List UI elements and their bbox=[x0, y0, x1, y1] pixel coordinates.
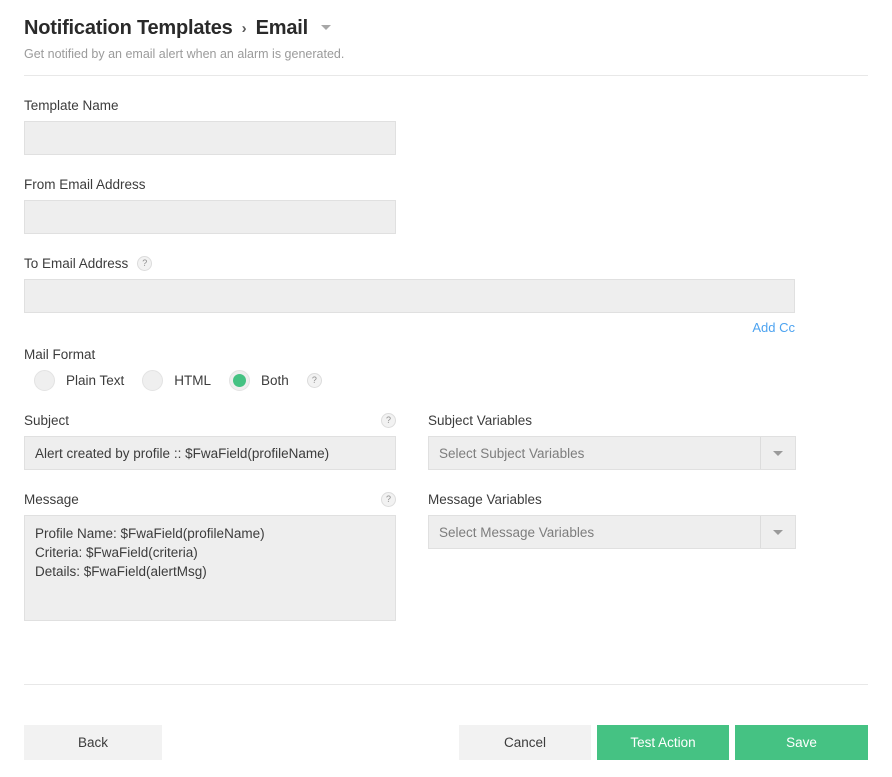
template-name-input[interactable] bbox=[24, 121, 396, 155]
radio-html-dot[interactable] bbox=[142, 370, 163, 391]
field-message: Message ? bbox=[24, 492, 396, 621]
template-name-label: Template Name bbox=[24, 98, 868, 113]
subject-variables-label-text: Subject Variables bbox=[428, 413, 532, 428]
breadcrumb-separator-icon: › bbox=[242, 21, 247, 36]
template-name-label-text: Template Name bbox=[24, 98, 119, 113]
to-email-input[interactable] bbox=[24, 279, 795, 313]
mail-format-radio-group: Plain Text HTML Both ? bbox=[24, 370, 868, 391]
message-variables-select[interactable]: Select Message Variables bbox=[428, 515, 796, 549]
message-variables-label: Message Variables bbox=[428, 492, 796, 507]
message-variables-selected-value: Select Message Variables bbox=[429, 525, 760, 540]
form-body: Template Name From Email Address To Emai… bbox=[0, 98, 892, 621]
subject-row: Subject ? Subject Variables Select Subje… bbox=[24, 413, 868, 470]
message-variables-label-text: Message Variables bbox=[428, 492, 542, 507]
test-action-button[interactable]: Test Action bbox=[597, 725, 729, 760]
breadcrumb-root-link[interactable]: Notification Templates bbox=[24, 18, 233, 38]
radio-both[interactable]: Both bbox=[229, 370, 289, 391]
field-subject: Subject ? bbox=[24, 413, 396, 470]
mail-format-label: Mail Format bbox=[24, 347, 868, 362]
from-email-input[interactable] bbox=[24, 200, 396, 234]
footer-actions: Back Cancel Test Action Save bbox=[0, 725, 892, 760]
subject-variables-label: Subject Variables bbox=[428, 413, 796, 428]
message-row: Message ? Message Variables Select Messa… bbox=[24, 492, 868, 621]
radio-html-label: HTML bbox=[174, 373, 211, 388]
page-header: Notification Templates › Email Get notif… bbox=[0, 0, 892, 61]
radio-html[interactable]: HTML bbox=[142, 370, 211, 391]
back-button[interactable]: Back bbox=[24, 725, 162, 760]
chevron-down-icon-message-variables[interactable] bbox=[760, 516, 795, 548]
radio-both-dot[interactable] bbox=[229, 370, 250, 391]
from-email-label-text: From Email Address bbox=[24, 177, 146, 192]
help-icon-to-email[interactable]: ? bbox=[137, 256, 152, 271]
field-message-variables: Message Variables Select Message Variabl… bbox=[428, 492, 796, 621]
footer-right-actions: Cancel Test Action Save bbox=[459, 725, 868, 760]
help-icon-subject[interactable]: ? bbox=[381, 413, 396, 428]
radio-plain-text-dot[interactable] bbox=[34, 370, 55, 391]
message-textarea[interactable] bbox=[24, 515, 396, 621]
field-subject-variables: Subject Variables Select Subject Variabl… bbox=[428, 413, 796, 470]
header-divider bbox=[24, 75, 868, 76]
field-from-email: From Email Address bbox=[24, 177, 868, 234]
message-label-text: Message bbox=[24, 492, 79, 507]
radio-both-label: Both bbox=[261, 373, 289, 388]
help-icon-mail-format[interactable]: ? bbox=[307, 373, 322, 388]
field-template-name: Template Name bbox=[24, 98, 868, 155]
save-button[interactable]: Save bbox=[735, 725, 868, 760]
subject-label: Subject ? bbox=[24, 413, 396, 428]
footer-divider bbox=[24, 684, 868, 685]
breadcrumb-current-item: Email bbox=[256, 18, 308, 38]
to-email-label: To Email Address ? bbox=[24, 256, 868, 271]
subject-label-text: Subject bbox=[24, 413, 69, 428]
message-label: Message ? bbox=[24, 492, 396, 507]
add-cc-row: Add Cc bbox=[24, 319, 795, 337]
chevron-down-icon[interactable] bbox=[321, 25, 331, 30]
radio-plain-text[interactable]: Plain Text bbox=[34, 370, 124, 391]
chevron-down-icon-subject-variables[interactable] bbox=[760, 437, 795, 469]
field-mail-format: Mail Format Plain Text HTML Both ? bbox=[24, 347, 868, 391]
radio-plain-text-label: Plain Text bbox=[66, 373, 124, 388]
help-icon-message[interactable]: ? bbox=[381, 492, 396, 507]
to-email-label-text: To Email Address bbox=[24, 256, 128, 271]
subject-variables-selected-value: Select Subject Variables bbox=[429, 446, 760, 461]
breadcrumb: Notification Templates › Email bbox=[24, 18, 868, 38]
subject-input[interactable] bbox=[24, 436, 396, 470]
subject-variables-select[interactable]: Select Subject Variables bbox=[428, 436, 796, 470]
page-subtitle: Get notified by an email alert when an a… bbox=[24, 47, 868, 61]
mail-format-label-text: Mail Format bbox=[24, 347, 95, 362]
add-cc-link[interactable]: Add Cc bbox=[752, 320, 795, 335]
from-email-label: From Email Address bbox=[24, 177, 868, 192]
cancel-button[interactable]: Cancel bbox=[459, 725, 591, 760]
field-to-email: To Email Address ? Add Cc bbox=[24, 256, 868, 337]
